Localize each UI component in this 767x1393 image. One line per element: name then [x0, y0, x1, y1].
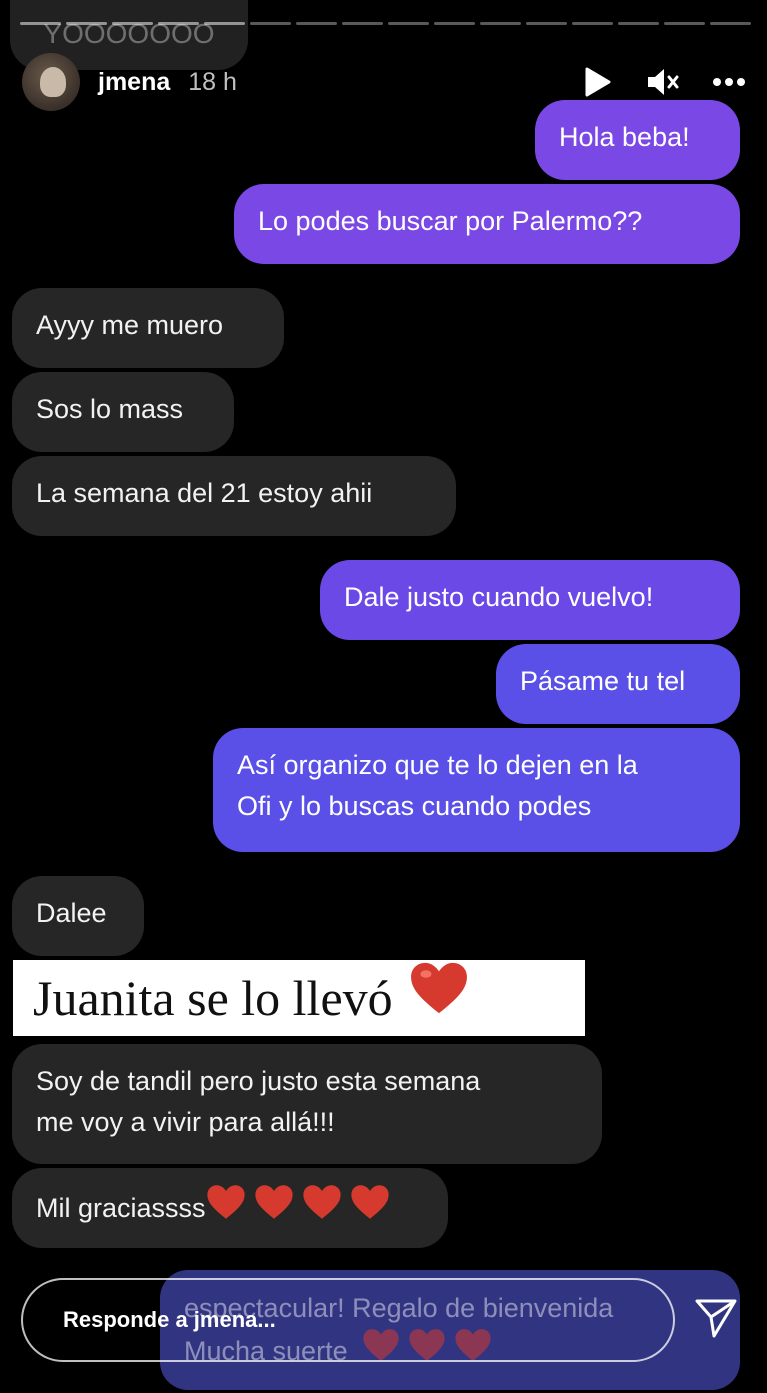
avatar[interactable]	[22, 53, 80, 111]
reply-input[interactable]: Responde a jmena...	[21, 1278, 675, 1362]
post-time: 18 h	[188, 67, 237, 96]
received-message: La semana del 21 estoy ahii	[12, 456, 456, 536]
message-line: me voy a vivir para allá!!!	[36, 1107, 335, 1137]
mute-icon[interactable]	[645, 64, 681, 100]
heart-icon	[206, 1184, 246, 1232]
received-message: Sos lo mass	[12, 372, 234, 452]
text-sticker: Juanita se lo llevó	[13, 960, 585, 1036]
sent-message: Hola beba!	[535, 100, 740, 180]
progress-segment	[434, 22, 475, 25]
progress-segment	[480, 22, 521, 25]
play-icon[interactable]	[579, 64, 615, 100]
progress-segment	[664, 22, 705, 25]
progress-segment	[250, 22, 291, 25]
more-icon[interactable]	[711, 64, 747, 100]
received-message: Dalee	[12, 876, 144, 956]
sent-message: Lo podes buscar por Palermo??	[234, 184, 740, 264]
progress-segment	[296, 22, 337, 25]
message-line: Soy de tandil pero justo esta semana	[36, 1066, 481, 1096]
progress-segment	[526, 22, 567, 25]
heart-icon	[302, 1184, 342, 1232]
progress-segment	[572, 22, 613, 25]
received-message: Soy de tandil pero justo esta semana me …	[12, 1044, 602, 1164]
progress-segment	[618, 22, 659, 25]
progress-segment	[388, 22, 429, 25]
progress-segment	[342, 22, 383, 25]
sent-message: Dale justo cuando vuelvo!	[320, 560, 740, 640]
sticker-text: Juanita se lo llevó	[33, 970, 393, 1026]
sent-message: Pásame tu tel	[496, 644, 740, 724]
progress-segment	[710, 22, 751, 25]
message-line: Así organizo que te lo dejen en la	[237, 750, 638, 780]
heart-icon	[409, 960, 469, 1036]
reply-placeholder: Responde a jmena...	[63, 1307, 276, 1332]
received-message: Mil graciassss	[12, 1168, 448, 1248]
received-message: Ayyy me muero	[12, 288, 284, 368]
username[interactable]: jmena	[98, 68, 170, 97]
send-icon[interactable]	[694, 1296, 738, 1340]
heart-icon	[350, 1184, 390, 1232]
message-line: Ofi y lo buscas cuando podes	[237, 791, 592, 821]
message-text: Mil graciassss	[36, 1192, 206, 1223]
heart-icon	[254, 1184, 294, 1232]
sent-message: Así organizo que te lo dejen en la Ofi y…	[213, 728, 740, 852]
